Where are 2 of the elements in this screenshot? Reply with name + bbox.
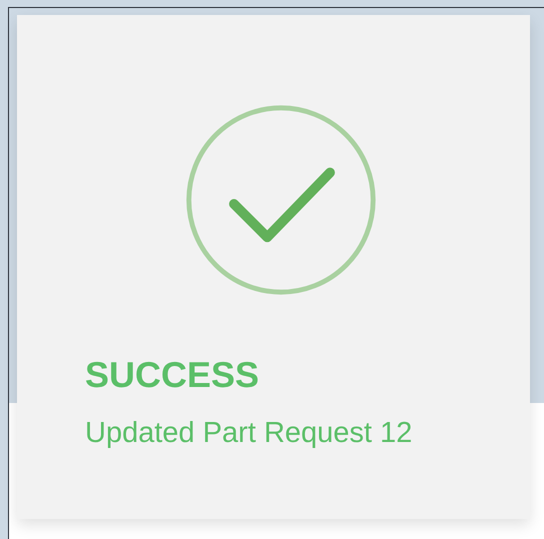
toast-message: Updated Part Request 12 xyxy=(85,416,414,451)
toast-title: SUCCESS xyxy=(85,353,260,396)
